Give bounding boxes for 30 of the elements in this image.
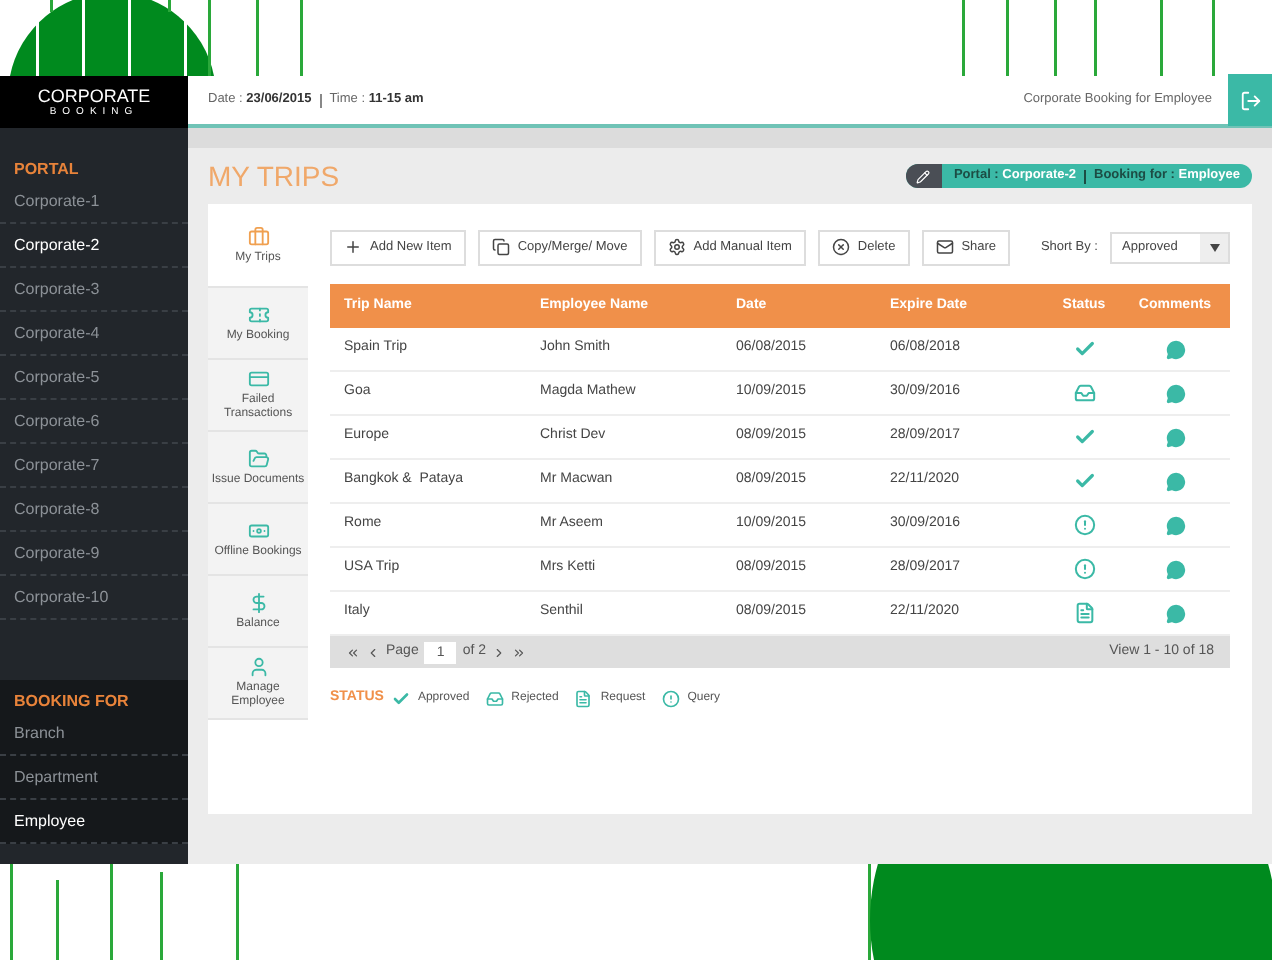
previous-page-icon[interactable]	[366, 645, 380, 659]
section-heading: BOOKING FOR	[12, 692, 131, 712]
ticket-icon	[247, 303, 269, 325]
card-icon	[247, 368, 269, 390]
close-circle-icon	[831, 238, 850, 256]
first-page-icon[interactable]	[346, 645, 360, 659]
dollar-icon	[247, 591, 269, 613]
comment-icon[interactable]	[1165, 559, 1185, 579]
comment-icon[interactable]	[1165, 603, 1185, 623]
page-title: MY TRIPS	[208, 157, 340, 195]
banknote-icon	[247, 519, 269, 541]
folder-icon	[247, 447, 269, 469]
caret-icon	[1209, 243, 1219, 251]
section-heading: PORTAL	[12, 160, 81, 180]
plus-icon	[344, 238, 362, 256]
envelope-icon	[935, 238, 954, 256]
comment-icon[interactable]	[1165, 515, 1185, 535]
comment-icon[interactable]	[1165, 427, 1185, 447]
comment-icon[interactable]	[1165, 339, 1185, 359]
briefcase-icon	[247, 225, 269, 247]
person-icon	[247, 656, 269, 678]
gear-icon	[667, 238, 686, 256]
logout-button[interactable]	[1228, 74, 1272, 126]
pencil-icon	[916, 169, 931, 183]
last-page-icon[interactable]	[512, 645, 527, 659]
comment-icon[interactable]	[1165, 471, 1185, 491]
next-page-icon[interactable]	[492, 645, 507, 659]
logout-icon	[1239, 89, 1261, 111]
comment-icon[interactable]	[1165, 383, 1185, 403]
copy-icon	[491, 238, 510, 256]
